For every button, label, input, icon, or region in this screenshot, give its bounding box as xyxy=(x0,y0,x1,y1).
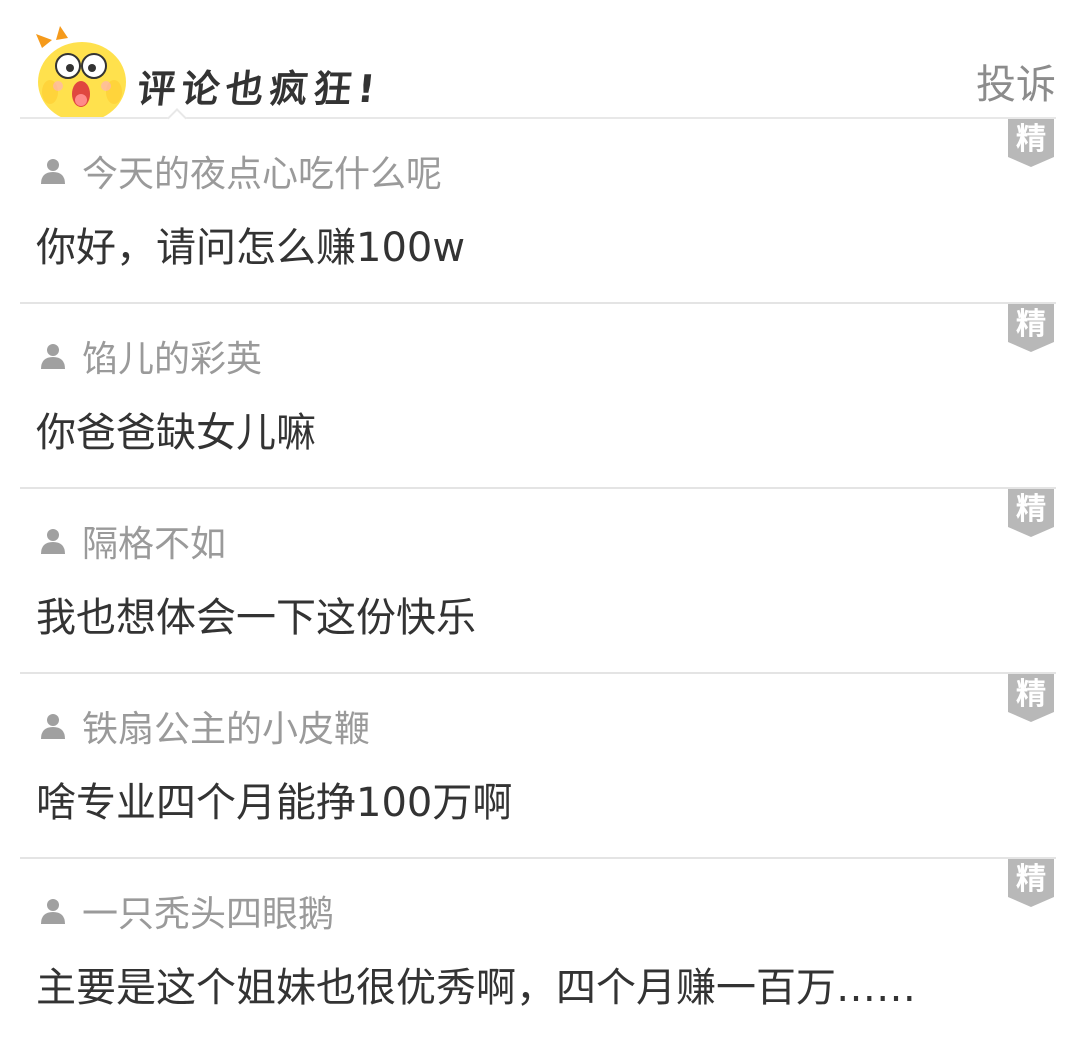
comment-author[interactable]: 今天的夜点心吃什么呢 xyxy=(36,147,442,195)
comment-item[interactable]: 精 隔格不如 我也想体会一下这份快乐 xyxy=(20,489,1056,674)
comment-text: 我也想体会一下这份快乐 xyxy=(36,595,476,641)
comment-item[interactable]: 精 今天的夜点心吃什么呢 你好，请问怎么赚100w xyxy=(20,119,1056,304)
featured-badge: 精 xyxy=(1006,489,1056,539)
comment-username: 一只秃头四眼鹅 xyxy=(82,894,335,935)
comment-text: 你爸爸缺女儿嘛 xyxy=(36,410,316,456)
featured-badge: 精 xyxy=(1006,859,1056,909)
section-title: 评论也疯狂! xyxy=(135,67,384,111)
user-icon xyxy=(41,344,65,369)
user-icon xyxy=(41,899,65,924)
mascot-icon xyxy=(34,26,130,122)
featured-badge-label: 精 xyxy=(1016,677,1046,712)
comments-page: 评论也疯狂! 投诉 精 今天的夜点心吃什么呢 你好，请问怎么赚100w 精 馅儿… xyxy=(0,0,1080,1043)
featured-badge: 精 xyxy=(1006,119,1056,169)
comment-text: 主要是这个姐妹也很优秀啊，四个月赚一百万…… xyxy=(36,965,916,1011)
comment-item[interactable]: 精 馅儿的彩英 你爸爸缺女儿嘛 xyxy=(20,304,1056,489)
comments-header: 评论也疯狂! 投诉 xyxy=(0,0,1080,128)
featured-badge: 精 xyxy=(1006,674,1056,724)
comment-item[interactable]: 精 铁扇公主的小皮鞭 啥专业四个月能挣100万啊 xyxy=(20,674,1056,859)
comment-username: 铁扇公主的小皮鞭 xyxy=(82,709,371,750)
comment-author[interactable]: 铁扇公主的小皮鞭 xyxy=(36,702,370,750)
report-link[interactable]: 投诉 xyxy=(976,52,1056,110)
comment-username: 馅儿的彩英 xyxy=(82,339,263,380)
featured-badge-label: 精 xyxy=(1016,862,1046,897)
comment-username: 隔格不如 xyxy=(82,524,227,565)
comment-list: 精 今天的夜点心吃什么呢 你好，请问怎么赚100w 精 馅儿的彩英 你爸爸缺女儿… xyxy=(0,119,1080,1042)
comment-author[interactable]: 馅儿的彩英 xyxy=(36,332,262,380)
user-icon xyxy=(41,529,65,554)
comment-text: 你好，请问怎么赚100w xyxy=(36,225,466,271)
comment-author[interactable]: 隔格不如 xyxy=(36,517,226,565)
comment-author[interactable]: 一只秃头四眼鹅 xyxy=(36,887,334,935)
comment-item[interactable]: 精 一只秃头四眼鹅 主要是这个姐妹也很优秀啊，四个月赚一百万…… xyxy=(20,859,1056,1042)
featured-badge-label: 精 xyxy=(1016,307,1046,342)
user-icon xyxy=(41,714,65,739)
comment-username: 今天的夜点心吃什么呢 xyxy=(82,154,443,195)
user-icon xyxy=(41,159,65,184)
featured-badge-label: 精 xyxy=(1016,492,1046,527)
featured-badge: 精 xyxy=(1006,304,1056,354)
featured-badge-label: 精 xyxy=(1016,122,1046,157)
comment-text: 啥专业四个月能挣100万啊 xyxy=(36,780,513,826)
